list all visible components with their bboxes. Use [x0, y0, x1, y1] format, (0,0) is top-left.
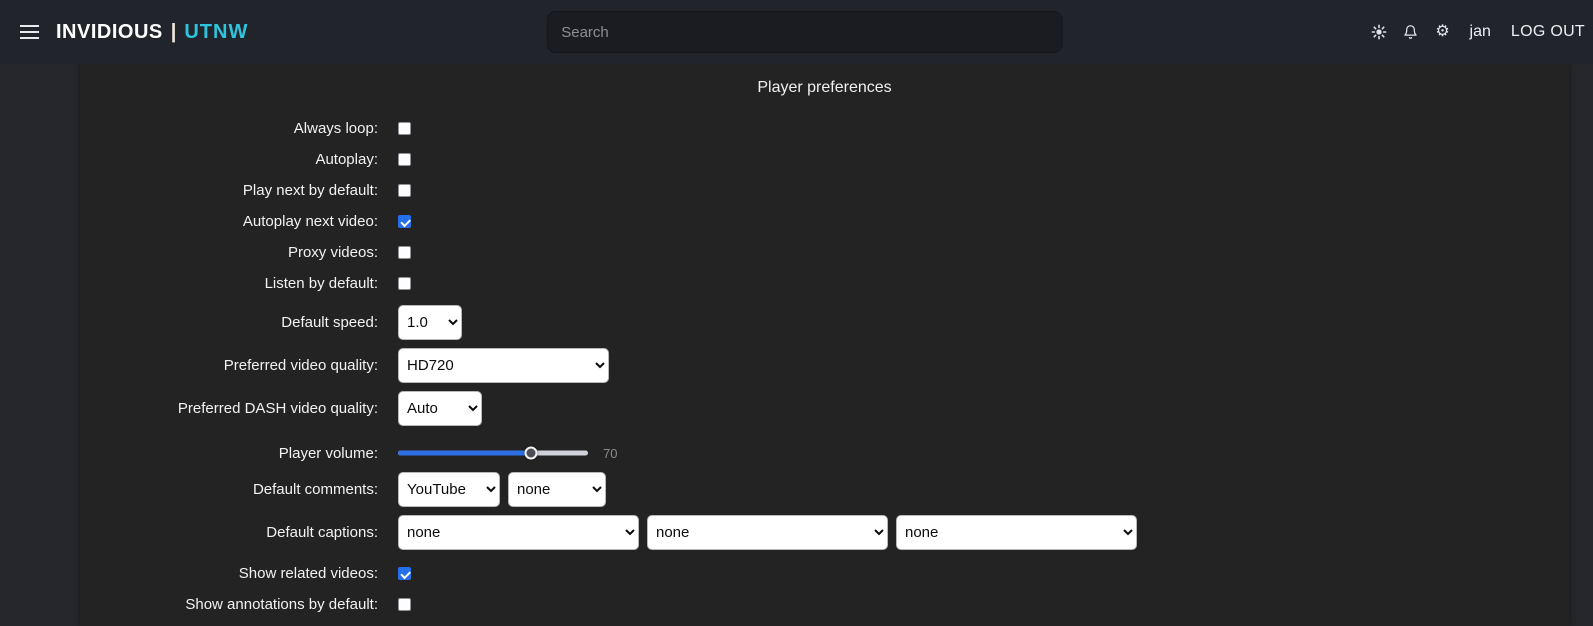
related-videos-checkbox[interactable] — [398, 567, 411, 580]
player-volume-slider[interactable] — [398, 444, 588, 462]
proxy-videos-label: Proxy videos: — [80, 244, 378, 261]
pref-row-always-loop: Always loop: — [80, 113, 1569, 144]
menu-icon[interactable] — [18, 21, 41, 43]
autoplay-next-label: Autoplay next video: — [80, 213, 378, 230]
preferences-page: Player preferences Always loop: Autoplay… — [80, 64, 1569, 626]
preferences-form: Always loop: Autoplay: Play next by defa… — [80, 113, 1569, 620]
default-comments-label: Default comments: — [80, 481, 378, 498]
pref-row-proxy-videos: Proxy videos: — [80, 237, 1569, 268]
proxy-videos-checkbox[interactable] — [398, 246, 411, 259]
logout-link[interactable]: LOG OUT — [1511, 23, 1585, 41]
top-navbar: INVIDIOUS | UTNW — [0, 0, 1593, 64]
page-title: Player preferences — [80, 64, 1569, 97]
user-name[interactable]: jan — [1470, 23, 1491, 41]
autoplay-label: Autoplay: — [80, 151, 378, 168]
volume-track — [398, 451, 588, 456]
navbar-right: ⚙ jan LOG OUT — [1370, 23, 1585, 41]
default-comments-select-1[interactable]: YouTube — [398, 472, 500, 507]
video-quality-label: Preferred video quality: — [80, 357, 378, 374]
autoplay-checkbox[interactable] — [398, 153, 411, 166]
pref-row-autoplay-next: Autoplay next video: — [80, 206, 1569, 237]
player-volume-label: Player volume: — [80, 445, 378, 462]
navbar-left: INVIDIOUS | UTNW — [18, 21, 248, 44]
volume-value: 70 — [603, 446, 617, 461]
video-quality-select[interactable]: HD720 — [398, 348, 609, 383]
default-comments-select-2[interactable]: none — [508, 472, 606, 507]
default-speed-select[interactable]: 1.0 — [398, 305, 462, 340]
related-videos-label: Show related videos: — [80, 565, 378, 582]
gear-icon[interactable]: ⚙ — [1434, 23, 1452, 41]
volume-fill — [398, 451, 531, 456]
dash-quality-label: Preferred DASH video quality: — [80, 400, 378, 417]
bell-icon[interactable] — [1402, 23, 1420, 41]
default-speed-label: Default speed: — [80, 314, 378, 331]
pref-row-player-volume: Player volume: 70 — [80, 434, 1569, 472]
pref-row-autoplay: Autoplay: — [80, 144, 1569, 175]
dash-quality-select[interactable]: Auto — [398, 391, 482, 426]
pref-row-video-quality: Preferred video quality: HD720 — [80, 348, 1569, 383]
pref-row-dash-quality: Preferred DASH video quality: Auto — [80, 391, 1569, 426]
logo-instance-text: UTNW — [184, 21, 248, 44]
logo-primary-text: INVIDIOUS — [56, 21, 163, 44]
pref-row-play-next: Play next by default: — [80, 175, 1569, 206]
pref-row-related-videos: Show related videos: — [80, 558, 1569, 589]
annotations-checkbox[interactable] — [398, 598, 411, 611]
volume-thumb[interactable] — [525, 447, 538, 460]
logo-link[interactable]: INVIDIOUS | UTNW — [56, 21, 248, 44]
search-input[interactable] — [546, 11, 1062, 53]
listen-default-checkbox[interactable] — [398, 277, 411, 290]
annotations-label: Show annotations by default: — [80, 596, 378, 613]
default-captions-select-2[interactable]: none — [647, 515, 888, 550]
search-container — [546, 11, 1062, 53]
default-captions-select-3[interactable]: none — [896, 515, 1137, 550]
pref-row-default-comments: Default comments: YouTube none — [80, 472, 1569, 507]
pref-row-default-speed: Default speed: 1.0 — [80, 305, 1569, 340]
listen-default-label: Listen by default: — [80, 275, 378, 292]
logo-separator: | — [171, 21, 177, 44]
always-loop-label: Always loop: — [80, 120, 378, 137]
default-captions-label: Default captions: — [80, 524, 378, 541]
pref-row-annotations: Show annotations by default: — [80, 589, 1569, 620]
always-loop-checkbox[interactable] — [398, 122, 411, 135]
sun-icon[interactable] — [1370, 23, 1388, 41]
autoplay-next-checkbox[interactable] — [398, 215, 411, 228]
play-next-label: Play next by default: — [80, 182, 378, 199]
pref-row-listen-default: Listen by default: — [80, 268, 1569, 299]
play-next-checkbox[interactable] — [398, 184, 411, 197]
default-captions-select-1[interactable]: none — [398, 515, 639, 550]
pref-row-default-captions: Default captions: none none none — [80, 515, 1569, 550]
